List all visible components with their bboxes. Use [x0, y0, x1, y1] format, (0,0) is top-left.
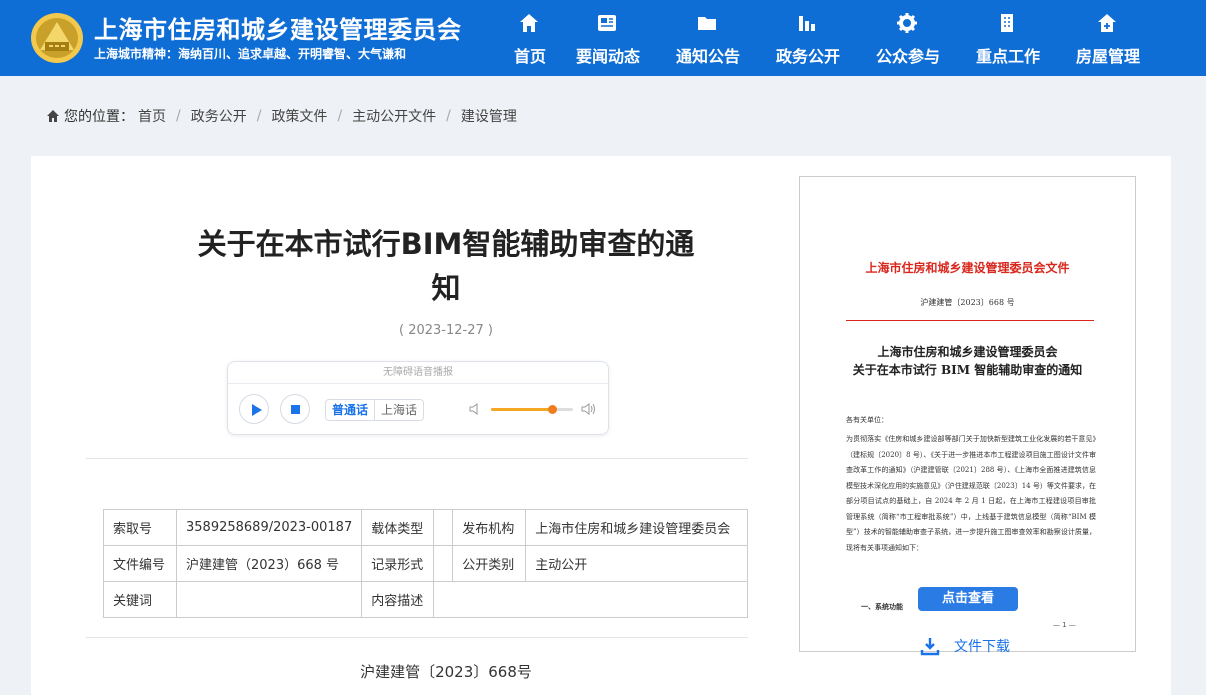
- meta-label: 载体类型: [361, 509, 435, 546]
- volume-slider[interactable]: [491, 405, 573, 414]
- stop-button[interactable]: [280, 394, 310, 424]
- document-number: 沪建建管〔2023〕668号: [360, 663, 532, 681]
- news-icon: [598, 15, 616, 31]
- meta-label: 发布机构: [452, 509, 527, 546]
- meta-label: 记录形式: [361, 545, 435, 582]
- meta-value: [433, 545, 454, 582]
- preview-salutation: 各有关单位：: [846, 416, 888, 424]
- preview-section-heading: 一、系统功能: [861, 602, 903, 611]
- meta-label: 公开类别: [452, 545, 527, 582]
- table-row: 索取号 3589258689/2023-00187 载体类型 发布机构 上海市住…: [103, 509, 749, 546]
- breadcrumb-item-public-docs[interactable]: 主动公开文件: [352, 106, 436, 126]
- volume-low-icon[interactable]: [468, 402, 482, 416]
- document-preview[interactable]: 上海市住房和城乡建设管理委员会文件 沪建建管〔2023〕668 号 上海市住房和…: [799, 176, 1136, 656]
- volume-fill: [491, 408, 553, 411]
- lang-mandarin-button[interactable]: 普通话: [326, 400, 376, 420]
- preview-body: 为贯彻落实《住房和城乡建设部等部门关于加快新型建筑工业化发展的若干意见》（建标规…: [846, 435, 1096, 552]
- meta-value: 主动公开: [525, 545, 749, 582]
- document-meta-table: 索取号 3589258689/2023-00187 载体类型 发布机构 上海市住…: [103, 509, 749, 618]
- table-row: 文件编号 沪建建管（2023）668 号 记录形式 公开类别 主动公开: [103, 545, 749, 582]
- main-content: 关于在本市试行BIM智能辅助审查的通知 ( 2023-12-27 ) 无障碍语音…: [31, 156, 1171, 695]
- nav-item-key-work[interactable]: 重点工作: [968, 0, 1048, 76]
- breadcrumb-item-policy-docs[interactable]: 政策文件: [271, 106, 327, 126]
- gear-icon: [897, 13, 917, 33]
- nav-item-housing[interactable]: 房屋管理: [1068, 0, 1148, 76]
- nav-label: 通知公告: [675, 47, 740, 66]
- download-label: 文件下载: [954, 639, 1010, 655]
- meta-value: [433, 509, 454, 546]
- building-icon: [1001, 14, 1013, 32]
- nav-label: 政务公开: [775, 47, 840, 66]
- preview-page-mark: — 1 —: [1053, 621, 1076, 629]
- meta-value: [175, 581, 363, 618]
- preview-red-line: [846, 320, 1094, 321]
- volume-slider-handle[interactable]: [547, 405, 557, 414]
- meta-value: [433, 581, 749, 618]
- meta-label: 关键词: [103, 581, 177, 618]
- breadcrumb-item-home[interactable]: 首页: [138, 106, 166, 126]
- nav-item-notices[interactable]: 通知公告: [668, 0, 748, 76]
- city-emblem-logo[interactable]: [30, 12, 84, 64]
- home-icon: [47, 110, 59, 122]
- volume-high-icon[interactable]: [581, 402, 597, 416]
- site-motto: 上海城市精神：海纳百川、追求卓越、开明睿智、大气谦和: [94, 47, 407, 61]
- lang-shanghainese-button[interactable]: 上海话: [375, 400, 423, 420]
- meta-label: 内容描述: [361, 581, 435, 618]
- breadcrumb-separator: /: [176, 108, 181, 124]
- download-icon: [920, 638, 940, 656]
- breadcrumb-separator: /: [337, 108, 343, 124]
- nav-label: 公众参与: [875, 47, 940, 66]
- preview-title: 上海市住房和城乡建设管理委员会 关于在本市试行 BIM 智能辅助审查的通知: [800, 343, 1135, 379]
- folder-icon: [698, 17, 716, 30]
- view-document-button[interactable]: 点击查看: [918, 587, 1018, 611]
- divider: [86, 458, 748, 459]
- preview-title-line: 关于在本市试行 BIM 智能辅助审查的通知: [852, 363, 1083, 377]
- preview-red-header: 上海市住房和城乡建设管理委员会文件: [865, 261, 1070, 275]
- breadcrumb-prefix: 您的位置：: [64, 109, 134, 125]
- preview-doc-number: 沪建建管〔2023〕668 号: [920, 298, 1015, 307]
- meta-value: 3589258689/2023-00187: [175, 509, 363, 546]
- breadcrumb-separator: /: [256, 108, 262, 124]
- audio-player: 无障碍语音播报 普通话 上海话: [227, 361, 609, 435]
- download-link[interactable]: 文件下载: [920, 636, 1010, 656]
- site-header: 上海市住房和城乡建设管理委员会 上海城市精神：海纳百川、追求卓越、开明睿智、大气…: [0, 0, 1206, 76]
- nav-label: 房屋管理: [1075, 47, 1140, 66]
- article-title: 关于在本市试行BIM智能辅助审查的通知: [197, 227, 695, 305]
- house-icon: [1098, 14, 1116, 32]
- nav-item-gov-affairs[interactable]: 政务公开: [768, 0, 848, 76]
- breadcrumb-item-construction[interactable]: 建设管理: [461, 106, 517, 126]
- chart-icon: [799, 16, 815, 31]
- breadcrumb-separator: /: [446, 108, 451, 124]
- article-date: ( 2023-12-27 ): [399, 323, 493, 338]
- divider: [86, 637, 748, 638]
- site-title[interactable]: 上海市住房和城乡建设管理委员会: [94, 10, 462, 45]
- breadcrumb-item-gov-affairs[interactable]: 政务公开: [191, 106, 247, 126]
- nav-item-public-participation[interactable]: 公众参与: [868, 0, 948, 76]
- meta-value: 上海市住房和城乡建设管理委员会: [525, 509, 749, 546]
- nav-label: 要闻动态: [575, 47, 640, 66]
- meta-label: 文件编号: [103, 545, 177, 582]
- breadcrumb: 您的位置： 首页 / 政务公开 / 政策文件 / 主动公开文件 / 建设管理: [46, 106, 517, 126]
- player-title: 无障碍语音播报: [228, 362, 608, 384]
- table-row: 关键词 内容描述: [103, 581, 749, 618]
- language-switch: 普通话 上海话: [325, 399, 425, 421]
- meta-value: 沪建建管（2023）668 号: [175, 545, 363, 582]
- play-button[interactable]: [239, 394, 269, 424]
- home-icon: [520, 14, 538, 32]
- nav-label: 重点工作: [975, 47, 1040, 66]
- nav-item-news[interactable]: 要闻动态: [568, 0, 648, 76]
- meta-label: 索取号: [103, 509, 177, 546]
- preview-title-line: 上海市住房和城乡建设管理委员会: [877, 345, 1058, 359]
